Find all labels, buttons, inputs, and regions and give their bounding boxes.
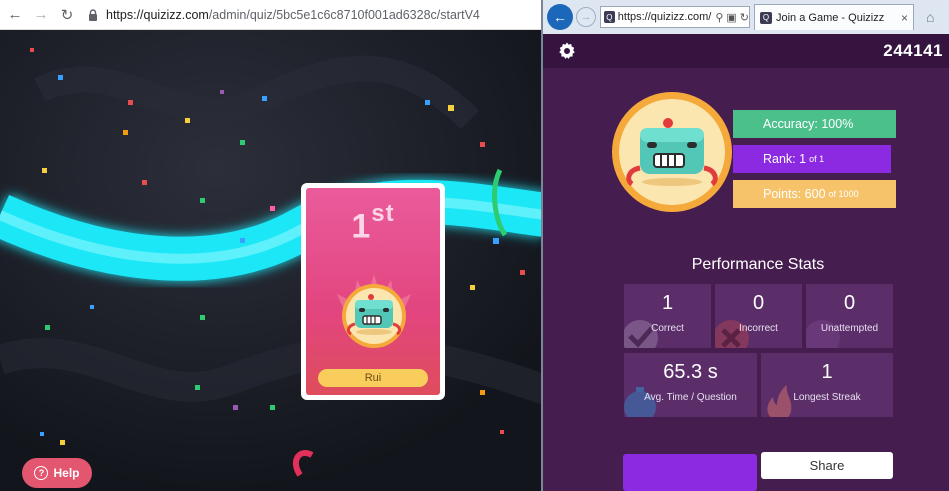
monster-avatar-icon [612, 92, 732, 212]
chrome-toolbar: ← → ↻ https://quizizz.com/admin/quiz/5bc… [0, 0, 545, 30]
ie-address-bar[interactable]: Q https://quizizz.com/ ⚲ ▣ ↻ [600, 6, 750, 28]
unattempted-value: 0 [843, 292, 856, 314]
reload-icon[interactable]: ↻ [56, 4, 78, 26]
quizizz-summary: 244141 Accuracy: 100% Rank: 1 of 1 Point… [543, 34, 949, 491]
accuracy-text: Accuracy: 100% [763, 117, 854, 131]
url-host: https://quizizz.com [106, 7, 209, 22]
correct-label: Correct [651, 323, 684, 334]
stat-tile-unattempted: 0 Unattempted [806, 284, 893, 348]
lock-icon [89, 8, 97, 21]
help-label: Help [53, 466, 80, 480]
unattempted-label: Unattempted [820, 323, 879, 334]
quizizz-favicon-icon: Q [760, 11, 772, 24]
incorrect-label: Incorrect [739, 323, 778, 334]
question-mark-icon: ? [34, 466, 49, 480]
play-again-button[interactable] [623, 454, 757, 491]
game-stage: 1st Rui ? Help [0, 30, 545, 491]
help-button[interactable]: ? Help [22, 458, 92, 488]
leaderboard-card-face: 1st Rui [306, 188, 440, 395]
back-arrow-icon[interactable]: ← [4, 4, 26, 26]
incorrect-value: 0 [752, 292, 765, 314]
gear-icon[interactable] [557, 41, 577, 61]
address-bar[interactable]: https://quizizz.com/admin/quiz/5bc5e1c6c… [86, 4, 480, 26]
rank-number: 1 [351, 207, 372, 246]
correct-value: 1 [661, 292, 674, 314]
share-button[interactable]: Share [761, 452, 893, 479]
search-icon[interactable]: ⚲ [715, 11, 723, 24]
player-name: Rui [318, 369, 428, 387]
performance-stats-title: Performance Stats [691, 256, 825, 273]
points-of-text: of 1000 [828, 189, 859, 199]
stat-tile-longest-streak: 1 Longest Streak [761, 353, 893, 417]
accuracy-bar: Accuracy: 100% [733, 110, 896, 138]
refresh-icon[interactable]: ↻ [740, 11, 749, 24]
points-text: Points: 600 [763, 187, 826, 201]
rank-position: 1st [306, 200, 440, 246]
forward-arrow-icon[interactable]: → [576, 7, 596, 27]
stat-tile-incorrect: 0 Incorrect [715, 284, 802, 348]
streak-label: Longest Streak [793, 392, 861, 403]
forward-arrow-icon[interactable]: → [30, 4, 52, 26]
rank-bar: Rank: 1 of 1 [733, 145, 891, 173]
rank-suffix: st [371, 200, 395, 227]
close-tab-icon[interactable]: × [901, 11, 908, 25]
ie-tab-title: Join a Game - Quizizz [776, 11, 885, 24]
stat-tile-avg-time: 65.3 s Avg. Time / Question [624, 353, 757, 417]
stat-tile-correct: 1 Correct [624, 284, 711, 348]
summary-header: 244141 [543, 34, 949, 68]
rank-text: Rank: 1 [763, 152, 807, 166]
back-arrow-icon[interactable]: ← [547, 4, 573, 30]
ie-toolbar: ← → Q https://quizizz.com/ ⚲ ▣ ↻ Q Join … [543, 0, 949, 34]
game-code: 244141 [883, 41, 943, 60]
avg-time-value: 65.3 s [663, 361, 718, 383]
screen: ← → ↻ https://quizizz.com/admin/quiz/5bc… [0, 0, 949, 491]
monster-avatar-icon [337, 274, 411, 348]
leaderboard-card: 1st Rui [301, 183, 445, 400]
rank-of-text: of 1 [809, 154, 825, 164]
quizizz-favicon-icon: Q [604, 11, 615, 23]
ie-tab-join-game[interactable]: Q Join a Game - Quizizz × [754, 4, 914, 30]
game-background [0, 30, 545, 491]
points-bar: Points: 600 of 1000 [733, 180, 896, 208]
url-path: /admin/quiz/5bc5e1c6c8710f001ad6328c/sta… [208, 7, 480, 22]
streak-value: 1 [821, 361, 833, 383]
avg-time-label: Avg. Time / Question [644, 392, 737, 403]
home-icon[interactable]: ⌂ [926, 9, 934, 25]
ie-window: ← → Q https://quizizz.com/ ⚲ ▣ ↻ Q Join … [541, 0, 949, 491]
ie-address-text: https://quizizz.com/ [617, 11, 712, 23]
lock-icon: ▣ [726, 11, 737, 24]
